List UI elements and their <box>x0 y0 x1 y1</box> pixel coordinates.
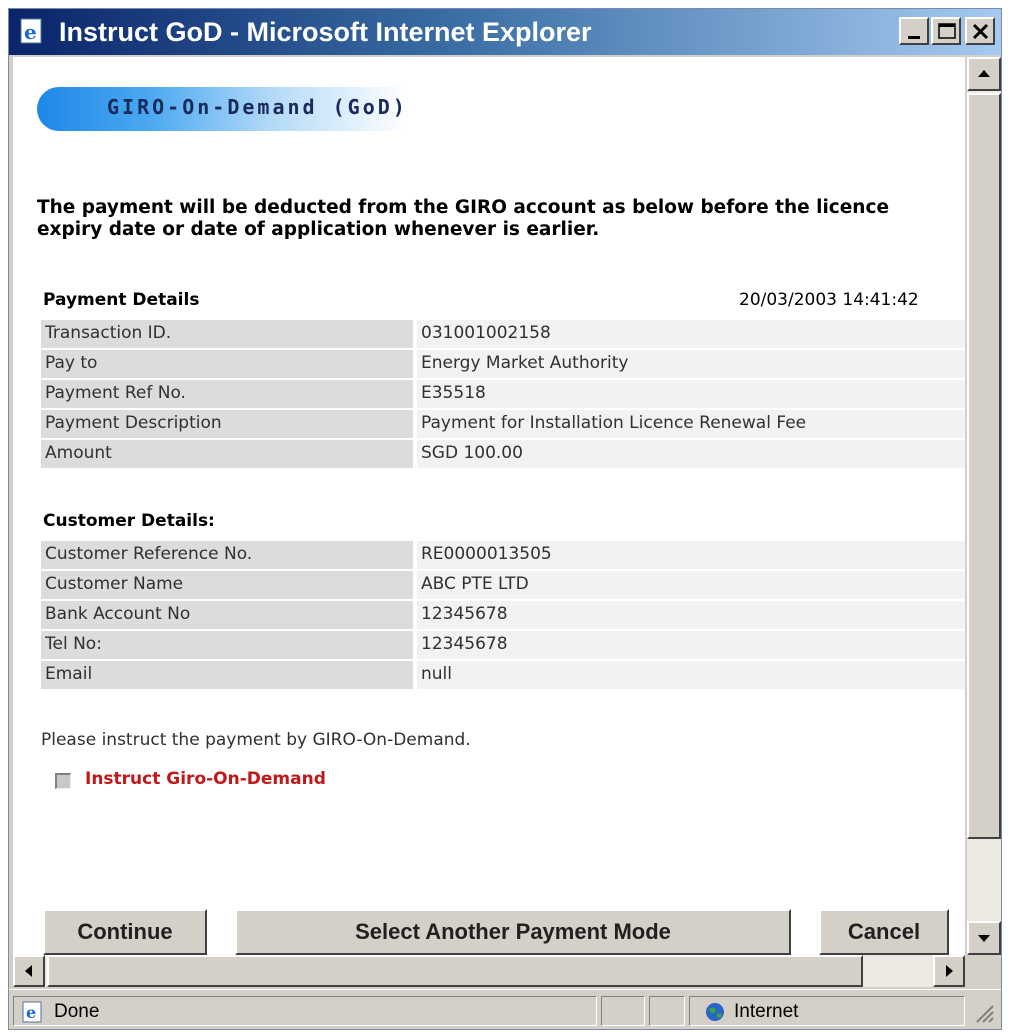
page-done-icon: e <box>20 1001 46 1027</box>
row-value: Payment for Installation Licence Renewal… <box>417 410 965 438</box>
scroll-up-button[interactable] <box>967 57 1001 91</box>
horizontal-scroll-thumb[interactable] <box>47 955 863 987</box>
page-content: GIRO-On-Demand (GoD) The payment will be… <box>13 57 965 955</box>
instruction-text: Please instruct the payment by GIRO-On-D… <box>41 730 471 750</box>
internet-globe-icon <box>704 1001 728 1027</box>
row-label: Tel No: <box>41 631 413 659</box>
row-value: SGD 100.00 <box>417 440 965 468</box>
customer-details-title: Customer Details: <box>43 511 215 531</box>
arrow-up-icon <box>978 70 990 77</box>
scroll-left-button[interactable] <box>13 955 45 987</box>
god-banner: GIRO-On-Demand (GoD) <box>37 87 409 131</box>
customer-row-bank-account: Bank Account No 12345678 <box>41 601 965 631</box>
ie-page-icon: e <box>17 17 47 45</box>
zone-label: Internet <box>734 1001 799 1022</box>
customer-row-reference: Customer Reference No. RE0000013505 <box>41 541 965 571</box>
row-label: Payment Ref No. <box>41 380 413 408</box>
payment-timestamp: 20/03/2003 14:41:42 <box>739 290 919 310</box>
row-label: Pay to <box>41 350 413 378</box>
customer-row-name: Customer Name ABC PTE LTD <box>41 571 965 601</box>
vertical-scroll-thumb[interactable] <box>967 93 1001 839</box>
status-empty-pane <box>601 996 645 1026</box>
arrow-left-icon <box>25 965 32 977</box>
payment-row-transaction-id: Transaction ID. 031001002158 <box>41 320 965 350</box>
row-label: Email <box>41 661 413 689</box>
close-button[interactable] <box>965 17 995 45</box>
row-value: 12345678 <box>417 631 965 659</box>
deduction-notice: The payment will be deducted from the GI… <box>37 197 889 240</box>
payment-row-pay-to: Pay to Energy Market Authority <box>41 350 965 380</box>
row-label: Transaction ID. <box>41 320 413 348</box>
row-value: ABC PTE LTD <box>417 571 965 599</box>
browser-window: e Instruct GoD - Microsoft Internet Expl… <box>8 8 1002 1030</box>
arrow-down-icon <box>978 935 990 942</box>
row-value: RE0000013505 <box>417 541 965 569</box>
cancel-button[interactable]: Cancel <box>819 909 949 955</box>
banner-title: GIRO-On-Demand (GoD) <box>107 95 408 119</box>
security-zone-pane[interactable]: Internet <box>689 996 965 1026</box>
row-value: 12345678 <box>417 601 965 629</box>
row-value: null <box>417 661 965 689</box>
minimize-icon <box>908 36 920 39</box>
status-empty-pane <box>649 996 685 1026</box>
payment-details-title: Payment Details <box>43 290 200 310</box>
row-label: Amount <box>41 440 413 468</box>
row-value: E35518 <box>417 380 965 408</box>
continue-button[interactable]: Continue <box>43 909 207 955</box>
customer-row-tel: Tel No: 12345678 <box>41 631 965 661</box>
row-label: Customer Name <box>41 571 413 599</box>
scroll-down-button[interactable] <box>967 921 1001 955</box>
row-value: Energy Market Authority <box>417 350 965 378</box>
customer-row-email: Email null <box>41 661 965 691</box>
select-another-payment-mode-button[interactable]: Select Another Payment Mode <box>235 909 791 955</box>
row-label: Bank Account No <box>41 601 413 629</box>
status-main-pane: e Done <box>13 996 597 1026</box>
row-label: Payment Description <box>41 410 413 438</box>
vertical-scrollbar[interactable] <box>967 57 1001 955</box>
resize-grip-icon[interactable] <box>971 1000 995 1028</box>
minimize-button[interactable] <box>899 17 929 45</box>
svg-text:e: e <box>26 1003 36 1022</box>
status-bar: e Done Internet <box>9 989 1001 1029</box>
maximize-button[interactable] <box>931 17 961 45</box>
row-label: Customer Reference No. <box>41 541 413 569</box>
close-icon <box>972 23 989 40</box>
title-bar[interactable]: e Instruct GoD - Microsoft Internet Expl… <box>9 9 1001 55</box>
payment-row-ref-no: Payment Ref No. E35518 <box>41 380 965 410</box>
scrollbar-corner <box>967 955 1001 987</box>
horizontal-scrollbar[interactable] <box>13 955 965 987</box>
payment-row-description: Payment Description Payment for Installa… <box>41 410 965 440</box>
instruct-god-label[interactable]: Instruct Giro-On-Demand <box>85 769 326 789</box>
window-title: Instruct GoD - Microsoft Internet Explor… <box>59 17 592 47</box>
payment-row-amount: Amount SGD 100.00 <box>41 440 965 470</box>
status-text: Done <box>54 1001 100 1022</box>
svg-text:e: e <box>24 20 37 44</box>
row-value: 031001002158 <box>417 320 965 348</box>
arrow-right-icon <box>946 965 953 977</box>
scroll-right-button[interactable] <box>933 955 965 987</box>
instruct-god-checkbox[interactable] <box>55 773 71 789</box>
maximize-icon <box>938 23 956 39</box>
